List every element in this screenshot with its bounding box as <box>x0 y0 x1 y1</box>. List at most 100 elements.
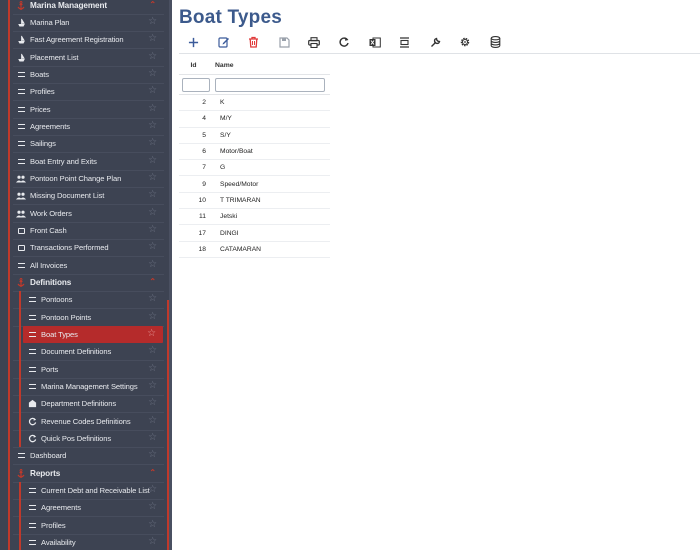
anchor-icon <box>16 0 26 11</box>
fit-icon[interactable] <box>395 34 414 50</box>
sidebar-item-transactions-performed[interactable]: Transactions Performed ☆ <box>0 239 170 256</box>
favorite-star-icon[interactable]: ☆ <box>148 137 157 149</box>
sidebar-item-all-invoices[interactable]: All Invoices ☆ <box>0 257 170 274</box>
tree-guide-line <box>167 300 169 550</box>
favorite-star-icon[interactable]: ☆ <box>148 120 157 132</box>
favorite-star-icon[interactable]: ☆ <box>148 207 157 219</box>
table-row[interactable]: 5 S/Y <box>179 128 330 144</box>
sidebar-item-report-profiles[interactable]: Profiles ☆ <box>0 517 170 534</box>
sidebar-item-dashboard[interactable]: Dashboard ☆ <box>0 447 170 464</box>
sidebar-item-department-definitions[interactable]: Department Definitions ☆ <box>0 395 170 412</box>
list-icon <box>27 538 37 548</box>
favorite-star-icon[interactable]: ☆ <box>148 51 157 63</box>
favorite-star-icon[interactable]: ☆ <box>148 345 157 357</box>
table-row[interactable]: 18 CATAMARAN <box>179 242 330 258</box>
table-row[interactable]: 9 Speed/Motor <box>179 176 330 193</box>
list-icon <box>27 382 37 392</box>
wrench-icon[interactable] <box>426 34 445 50</box>
favorite-star-icon[interactable]: ☆ <box>148 241 157 253</box>
favorite-star-icon[interactable]: ☆ <box>148 189 157 201</box>
sidebar-item-prices[interactable]: Prices ☆ <box>0 101 170 118</box>
favorite-star-icon[interactable]: ☆ <box>148 449 157 461</box>
gear-icon[interactable] <box>456 34 475 50</box>
favorite-star-icon[interactable]: ☆ <box>148 172 157 184</box>
favorite-star-icon[interactable]: ☆ <box>148 363 157 375</box>
sidebar-item-agreements[interactable]: Agreements ☆ <box>0 118 170 135</box>
name-filter-input[interactable] <box>215 77 325 92</box>
add-icon[interactable] <box>184 34 203 50</box>
sidebar-item-pontoon-point-change-plan[interactable]: Pontoon Point Change Plan ☆ <box>0 170 170 187</box>
people-icon <box>16 174 26 184</box>
favorite-star-icon[interactable]: ☆ <box>147 328 156 340</box>
sidebar-item-work-orders[interactable]: Work Orders ☆ <box>0 205 170 222</box>
anchor-icon <box>16 277 26 288</box>
favorite-star-icon[interactable]: ☆ <box>148 484 157 496</box>
sidebar-item-report-availability[interactable]: Availability ☆ <box>0 534 170 550</box>
favorite-star-icon[interactable]: ☆ <box>148 293 157 305</box>
column-header-id[interactable]: Id <box>179 62 208 69</box>
favorite-star-icon[interactable]: ☆ <box>148 16 157 28</box>
favorite-star-icon[interactable]: ☆ <box>148 415 157 427</box>
edit-icon[interactable] <box>214 34 233 50</box>
table-row[interactable]: 17 DINGI <box>179 225 330 242</box>
sidebar-item-pontoon-points[interactable]: Pontoon Points ☆ <box>0 309 170 326</box>
chevron-up-icon[interactable]: ⌃ <box>149 468 156 478</box>
chevron-up-icon[interactable]: ⌃ <box>149 0 156 10</box>
sidebar-item-placement-list[interactable]: Placement List ☆ <box>0 49 170 66</box>
sidebar-item-boat-entry-and-exits[interactable]: Boat Entry and Exits ☆ <box>0 153 170 170</box>
sidebar-item-profiles[interactable]: Profiles ☆ <box>0 83 170 100</box>
cell-name: M/Y <box>220 115 232 123</box>
favorite-star-icon[interactable]: ☆ <box>148 68 157 80</box>
favorite-star-icon[interactable]: ☆ <box>148 501 157 513</box>
sidebar-group-definitions[interactable]: Definitions ⌃ <box>0 274 170 291</box>
table-row[interactable]: 7G <box>179 160 330 177</box>
favorite-star-icon[interactable]: ☆ <box>148 432 157 444</box>
sidebar-item-ports[interactable]: Ports ☆ <box>0 361 170 378</box>
sidebar-item-boats[interactable]: Boats ☆ <box>0 66 170 83</box>
sidebar-item-front-cash[interactable]: Front Cash ☆ <box>0 222 170 239</box>
sidebar-item-marina-management-settings[interactable]: Marina Management Settings ☆ <box>0 378 170 395</box>
chevron-up-icon[interactable]: ⌃ <box>149 277 156 287</box>
sidebar-item-sailings[interactable]: Sailings ☆ <box>0 135 170 152</box>
table-row[interactable]: 11 Jetski <box>179 209 330 226</box>
sidebar-group-marina-management[interactable]: Marina Management ⌃ <box>0 0 170 14</box>
table-row[interactable]: 4 M/Y <box>179 111 330 128</box>
excel-icon[interactable] <box>365 34 384 50</box>
favorite-star-icon[interactable]: ☆ <box>148 536 157 548</box>
delete-icon[interactable] <box>244 34 263 50</box>
column-header-name[interactable]: Name <box>208 62 330 69</box>
sidebar-item-report-current-debt-and-receivable-list[interactable]: Current Debt and Receivable List ☆ <box>0 482 170 499</box>
favorite-star-icon[interactable]: ☆ <box>148 224 157 236</box>
sidebar-item-fast-agreement-registration[interactable]: Fast Agreement Registration ☆ <box>0 31 170 48</box>
favorite-star-icon[interactable]: ☆ <box>148 33 157 45</box>
favorite-star-icon[interactable]: ☆ <box>148 259 157 271</box>
sidebar-item-report-agreements[interactable]: Agreements ☆ <box>0 499 170 516</box>
cash-icon <box>16 226 26 236</box>
table-row[interactable]: 6 Motor/Boat <box>179 144 330 161</box>
print-icon[interactable] <box>305 34 324 50</box>
favorite-star-icon[interactable]: ☆ <box>148 103 157 115</box>
refresh-icon[interactable] <box>335 34 354 50</box>
boat-icon <box>16 53 26 63</box>
list-icon <box>27 521 37 531</box>
favorite-star-icon[interactable]: ☆ <box>148 155 157 167</box>
favorite-star-icon[interactable]: ☆ <box>148 380 157 392</box>
favorite-star-icon[interactable]: ☆ <box>148 519 157 531</box>
sidebar-item-pontoons[interactable]: Pontoons ☆ <box>0 291 170 308</box>
sidebar-item-revenue-codes-definitions[interactable]: Revenue Codes Definitions ☆ <box>0 413 170 430</box>
table-row[interactable]: 10 T TRIMARAN <box>179 193 330 210</box>
sidebar-item-missing-document-list[interactable]: Missing Document List ☆ <box>0 187 170 204</box>
sidebar-item-marina-plan[interactable]: Marina Plan ☆ <box>0 14 170 31</box>
table-row[interactable]: 2K <box>179 95 330 112</box>
list-icon <box>27 486 37 496</box>
save-icon[interactable] <box>275 34 294 50</box>
sidebar-group-reports[interactable]: Reports ⌃ <box>0 465 170 482</box>
sidebar-item-boat-types[interactable]: Boat Types ☆ <box>23 326 163 343</box>
favorite-star-icon[interactable]: ☆ <box>148 85 157 97</box>
favorite-star-icon[interactable]: ☆ <box>148 397 157 409</box>
favorite-star-icon[interactable]: ☆ <box>148 311 157 323</box>
database-icon[interactable] <box>486 34 505 50</box>
sidebar-item-document-definitions[interactable]: Document Definitions ☆ <box>0 343 170 360</box>
id-filter-input[interactable] <box>182 77 210 92</box>
sidebar-item-quick-pos-definitions[interactable]: Quick Pos Definitions ☆ <box>0 430 170 447</box>
